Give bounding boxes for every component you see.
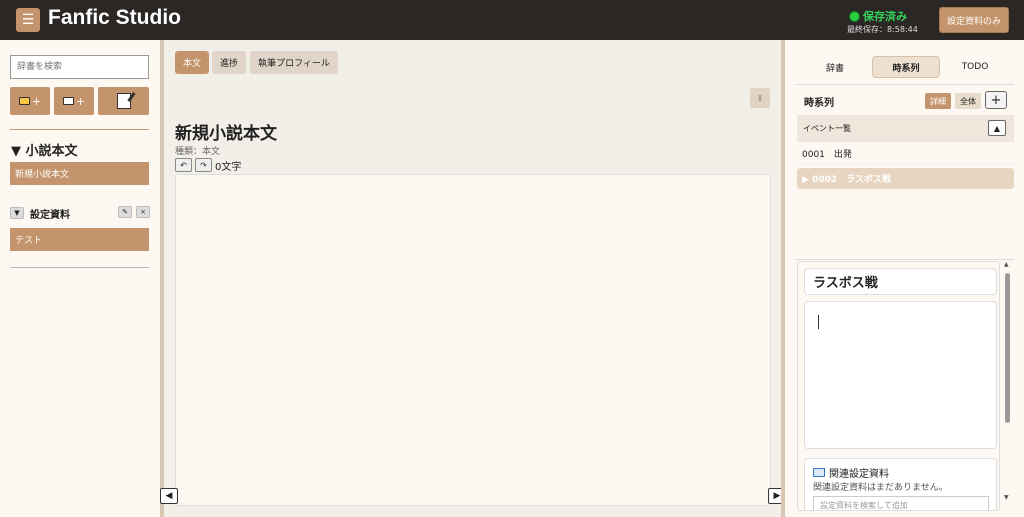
related-settings-empty: 関連設定資料はまだありません。 [813,483,948,493]
settings-section-header: ▼ 設定資料 ✎ × [10,206,150,221]
tab-progress[interactable]: 進捗 [212,51,246,74]
all-view-button[interactable]: 全体 [955,93,981,109]
add-document-button[interactable]: + [54,87,94,115]
scroll-down-icon[interactable]: ▼ [1004,494,1009,501]
undo-button[interactable]: ↶ [175,158,192,172]
event-title-input[interactable]: ラスボス戦 [804,268,997,295]
related-settings-section: 関連設定資料 関連設定資料はまだありません。 設定資料を検索して追加 [804,458,997,510]
monitor-icon [813,468,825,477]
pause-icon[interactable]: Ⅱ [750,88,770,108]
tab-dictionary[interactable]: 辞書 [801,56,869,78]
document-title: 新規小説本文 [175,124,277,144]
app-header: ☰ Fanfic Studio 保存済み 最終保存：8:58:44 設定資料のみ [0,0,1024,40]
settings-item[interactable]: テスト [10,228,149,251]
editor-panel: 本文 進捗 執筆プロフィール Ⅱ 新規小説本文 種類：本文 ↶ ↷ 0文字 ◀ … [160,40,786,517]
new-memo-button[interactable] [98,87,149,115]
dictionary-search-input[interactable] [10,55,149,79]
redo-button[interactable]: ↷ [195,158,212,172]
document-type: 種類：本文 [175,147,221,157]
collapse-left-button[interactable]: ◀ [160,488,178,504]
event-list-title: イベント一覧 [803,124,851,133]
close-icon[interactable]: × [136,206,150,218]
divider [795,259,1014,260]
plus-sign: + [31,94,42,108]
memo-icon [116,93,131,109]
event-description-input[interactable] [804,301,997,449]
save-status-text: 保存済み [863,10,907,23]
app-title: Fanfic Studio [48,6,181,29]
event-list-header: イベント一覧 ▲ [797,115,1014,142]
menu-icon[interactable]: ☰ [16,8,40,32]
detail-view-button[interactable]: 詳細 [925,93,951,109]
settings-toggle-button[interactable]: ▼ [10,207,24,219]
event-item-selected[interactable]: ▶ 0002 ラスボス戦 [797,168,1014,189]
save-status: 保存済み [849,8,907,24]
text-caret [818,315,819,329]
novel-item[interactable]: 新規小説本文 [10,162,149,185]
timeline-label: 時系列 [804,98,834,109]
plus-sign: + [75,94,86,108]
event-detail-panel: ラスボス戦 関連設定資料 関連設定資料はまだありません。 設定資料を検索して追加 [797,261,1000,511]
folder-icon [18,97,30,105]
related-settings-search-input[interactable]: 設定資料を検索して追加 [813,496,989,510]
settings-section-label: 設定資料 [30,209,70,221]
left-sidebar: + + ▼ 小説本文 新規小説本文 ▼ 設定資料 ✎ × テスト [0,40,160,517]
edit-icon[interactable]: ✎ [118,206,132,218]
last-saved-time: 最終保存：8:58:44 [847,25,918,34]
tab-writing-profile[interactable]: 執筆プロフィール [250,51,338,74]
document-icon [62,97,74,105]
add-folder-button[interactable]: + [10,87,50,115]
text-editor[interactable] [175,174,771,506]
divider [10,267,149,268]
divider [10,129,149,130]
related-settings-title: 関連設定資料 [813,465,889,480]
right-sidebar: 辞書 時系列 TODO 時系列 詳細 全体 + イベント一覧 ▲ 0001 出発… [785,40,1024,517]
add-event-button[interactable]: + [985,91,1007,109]
event-item[interactable]: 0001 出発 [797,143,1014,165]
character-count: 0文字 [215,162,242,173]
collapse-up-icon[interactable]: ▲ [988,120,1006,136]
tab-main-text[interactable]: 本文 [175,51,209,74]
scroll-thumb[interactable] [1005,273,1010,423]
detail-scrollbar[interactable]: ▲ ▼ [1002,261,1012,511]
tab-todo[interactable]: TODO [941,56,1009,78]
related-settings-label: 関連設定資料 [829,469,889,480]
novel-section-heading[interactable]: ▼ 小説本文 [11,140,78,159]
settings-only-button[interactable]: 設定資料のみ [939,7,1009,33]
save-status-dot-icon [849,10,860,22]
tab-timeline[interactable]: 時系列 [872,56,940,78]
scroll-up-icon[interactable]: ▲ [1004,261,1009,268]
divider [795,84,1014,85]
